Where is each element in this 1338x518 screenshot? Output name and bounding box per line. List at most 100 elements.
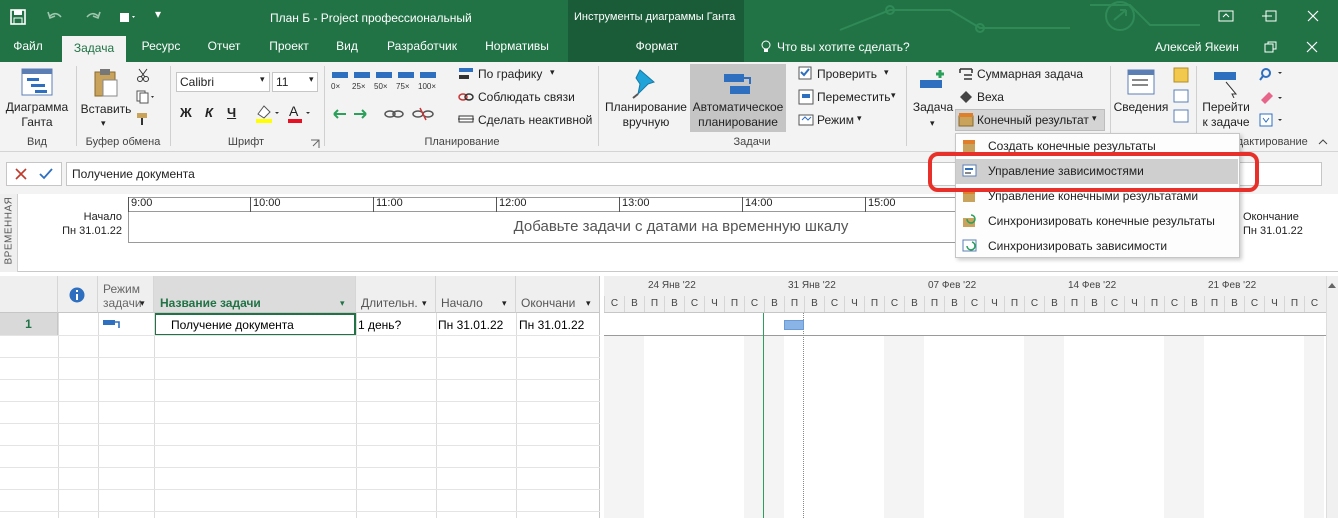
close-doc-icon[interactable] (1306, 41, 1318, 53)
mode-button[interactable]: Режим (817, 113, 854, 127)
contextual-tab-group-label: Инструменты диаграммы Ганта (574, 11, 736, 23)
collapse-ribbon-icon[interactable] (1318, 138, 1328, 146)
svg-text:A: A (289, 103, 299, 119)
undo-icon[interactable] (46, 10, 64, 24)
mode-dropdown-icon[interactable]: ▾ (857, 113, 862, 124)
scroll-up-icon[interactable] (1328, 282, 1336, 288)
deliverable-button[interactable]: Конечный результат (977, 113, 1089, 127)
gantt-chart-button[interactable]: Диаграмма Ганта (2, 100, 72, 130)
summary-task-button[interactable]: Суммарная задача (977, 67, 1083, 81)
select-all-cell[interactable] (0, 276, 58, 313)
auto-schedule-button[interactable]: Автоматическое планирование (690, 100, 786, 130)
pct-25-button[interactable]: 25× (352, 82, 374, 91)
copy-icon[interactable] (136, 90, 156, 104)
confirm-entry-icon[interactable] (39, 168, 53, 180)
timeline-side-label: ВРЕМЕННАЯ (3, 196, 15, 265)
format-painter-icon[interactable] (136, 112, 150, 126)
bold-button[interactable]: Ж (180, 105, 192, 120)
paste-dropdown-icon[interactable]: ▾ (101, 118, 106, 129)
tab-report[interactable]: Отчет (200, 34, 248, 58)
group-view-label: Вид (27, 136, 47, 148)
finish-filter-icon[interactable]: ▾ (586, 298, 591, 309)
indent-link-icons[interactable] (330, 104, 438, 124)
inspect-button[interactable]: Проверить (817, 67, 877, 81)
customize-icon[interactable] (118, 9, 138, 25)
properties-small-icons[interactable] (1172, 66, 1192, 126)
paste-button[interactable]: Вставить (78, 102, 134, 117)
font-dialog-launcher-icon[interactable] (310, 139, 320, 149)
day-label: Ч (1124, 296, 1144, 312)
row-header[interactable]: 1 (0, 313, 58, 335)
tab-view[interactable]: Вид (330, 34, 364, 58)
milestone-button[interactable]: Веха (977, 90, 1004, 104)
task-duration[interactable]: 1 день? (358, 318, 401, 332)
start-filter-icon[interactable]: ▾ (502, 298, 507, 309)
font-name-select[interactable]: Calibri (176, 72, 270, 92)
menu-item-sync-dependencies[interactable]: Синхронизировать зависимости (956, 234, 1238, 259)
task-mode-header[interactable]: Режим задачи (98, 276, 154, 313)
highlight-color-icon[interactable] (254, 102, 282, 124)
manually-schedule-button[interactable]: Планирование вручную (600, 100, 692, 130)
task-name[interactable]: Получение документа (171, 318, 294, 332)
day-label: С (604, 296, 624, 312)
maximize-icon[interactable] (1264, 9, 1278, 23)
respect-links-button[interactable]: Соблюдать связи (478, 90, 575, 104)
tab-norms[interactable]: Нормативы (478, 34, 556, 58)
tab-format[interactable]: Формат (620, 34, 694, 58)
task-name-header[interactable]: Название задачи (154, 276, 356, 313)
task-mode-filter-icon[interactable]: ▾ (140, 298, 145, 309)
tab-developer[interactable]: Разработчик (378, 34, 466, 58)
ribbon-options-icon[interactable] (1218, 9, 1234, 23)
indicators-header[interactable] (58, 276, 98, 313)
pct-0-button[interactable]: 0× (331, 82, 352, 91)
font-color-icon[interactable]: A (286, 102, 314, 124)
user-name[interactable]: Алексей Якеин (1155, 40, 1239, 54)
deliverable-dropdown-icon[interactable]: ▾ (1092, 113, 1097, 124)
task-start[interactable]: Пн 31.01.22 (438, 318, 503, 332)
on-track-dropdown-icon[interactable]: ▾ (550, 67, 555, 78)
tab-resource[interactable]: Ресурс (134, 34, 188, 58)
mark-on-track-button[interactable]: По графику (478, 67, 542, 81)
task-finish[interactable]: Пн 31.01.22 (519, 318, 584, 332)
italic-button[interactable]: К (205, 105, 213, 120)
inspect-dropdown-icon[interactable]: ▾ (884, 67, 889, 78)
font-name-dropdown-icon[interactable]: ▾ (260, 74, 265, 85)
editing-small-icons[interactable] (1258, 66, 1288, 128)
information-button[interactable]: Сведения (1112, 100, 1170, 115)
day-label: П (924, 296, 944, 312)
duration-filter-icon[interactable]: ▾ (422, 298, 427, 309)
insert-task-button[interactable]: Задача (910, 100, 956, 115)
day-label: В (904, 296, 924, 312)
inactivate-button[interactable]: Сделать неактивной (478, 113, 592, 127)
qat-more-icon[interactable]: ▾ (155, 7, 161, 21)
week-label: 21 Фев '22 (1208, 280, 1257, 291)
tab-file[interactable]: Файл (4, 34, 52, 58)
pct-100-button[interactable]: 100× (418, 82, 440, 91)
tell-me-input[interactable]: Что вы хотите сделать? (777, 40, 910, 54)
underline-button[interactable]: Ч (227, 105, 236, 120)
close-icon[interactable] (1306, 9, 1320, 23)
cut-icon[interactable] (136, 68, 150, 82)
task-name-filter-icon[interactable]: ▾ (340, 298, 345, 309)
gantt-vertical-scrollbar[interactable] (1326, 276, 1338, 518)
weekend-band (1184, 336, 1204, 518)
restore-icon[interactable] (1264, 41, 1278, 53)
week-label: 14 Фев '22 (1068, 280, 1117, 291)
day-label: В (764, 296, 784, 312)
gantt-chart-icon (21, 68, 53, 96)
pct-50-button[interactable]: 50× (374, 82, 396, 91)
insert-task-dropdown-icon[interactable]: ▾ (930, 118, 935, 129)
pct-75-button[interactable]: 75× (396, 82, 418, 91)
tab-project[interactable]: Проект (258, 34, 320, 58)
scroll-to-task-button[interactable]: Перейти к задаче (1198, 100, 1254, 130)
menu-item-sync-deliverables[interactable]: Синхронизировать конечные результаты (956, 209, 1238, 234)
redo-icon[interactable] (84, 10, 102, 24)
font-size-dropdown-icon[interactable]: ▾ (309, 74, 314, 85)
group-clipboard-label: Буфер обмена (85, 136, 161, 148)
move-dropdown-icon[interactable]: ▾ (891, 90, 896, 101)
cancel-entry-icon[interactable] (15, 168, 27, 180)
save-icon[interactable] (10, 9, 26, 25)
move-button[interactable]: Переместить (817, 90, 891, 104)
tab-task[interactable]: Задача (62, 36, 126, 62)
task-bar[interactable] (784, 320, 804, 330)
